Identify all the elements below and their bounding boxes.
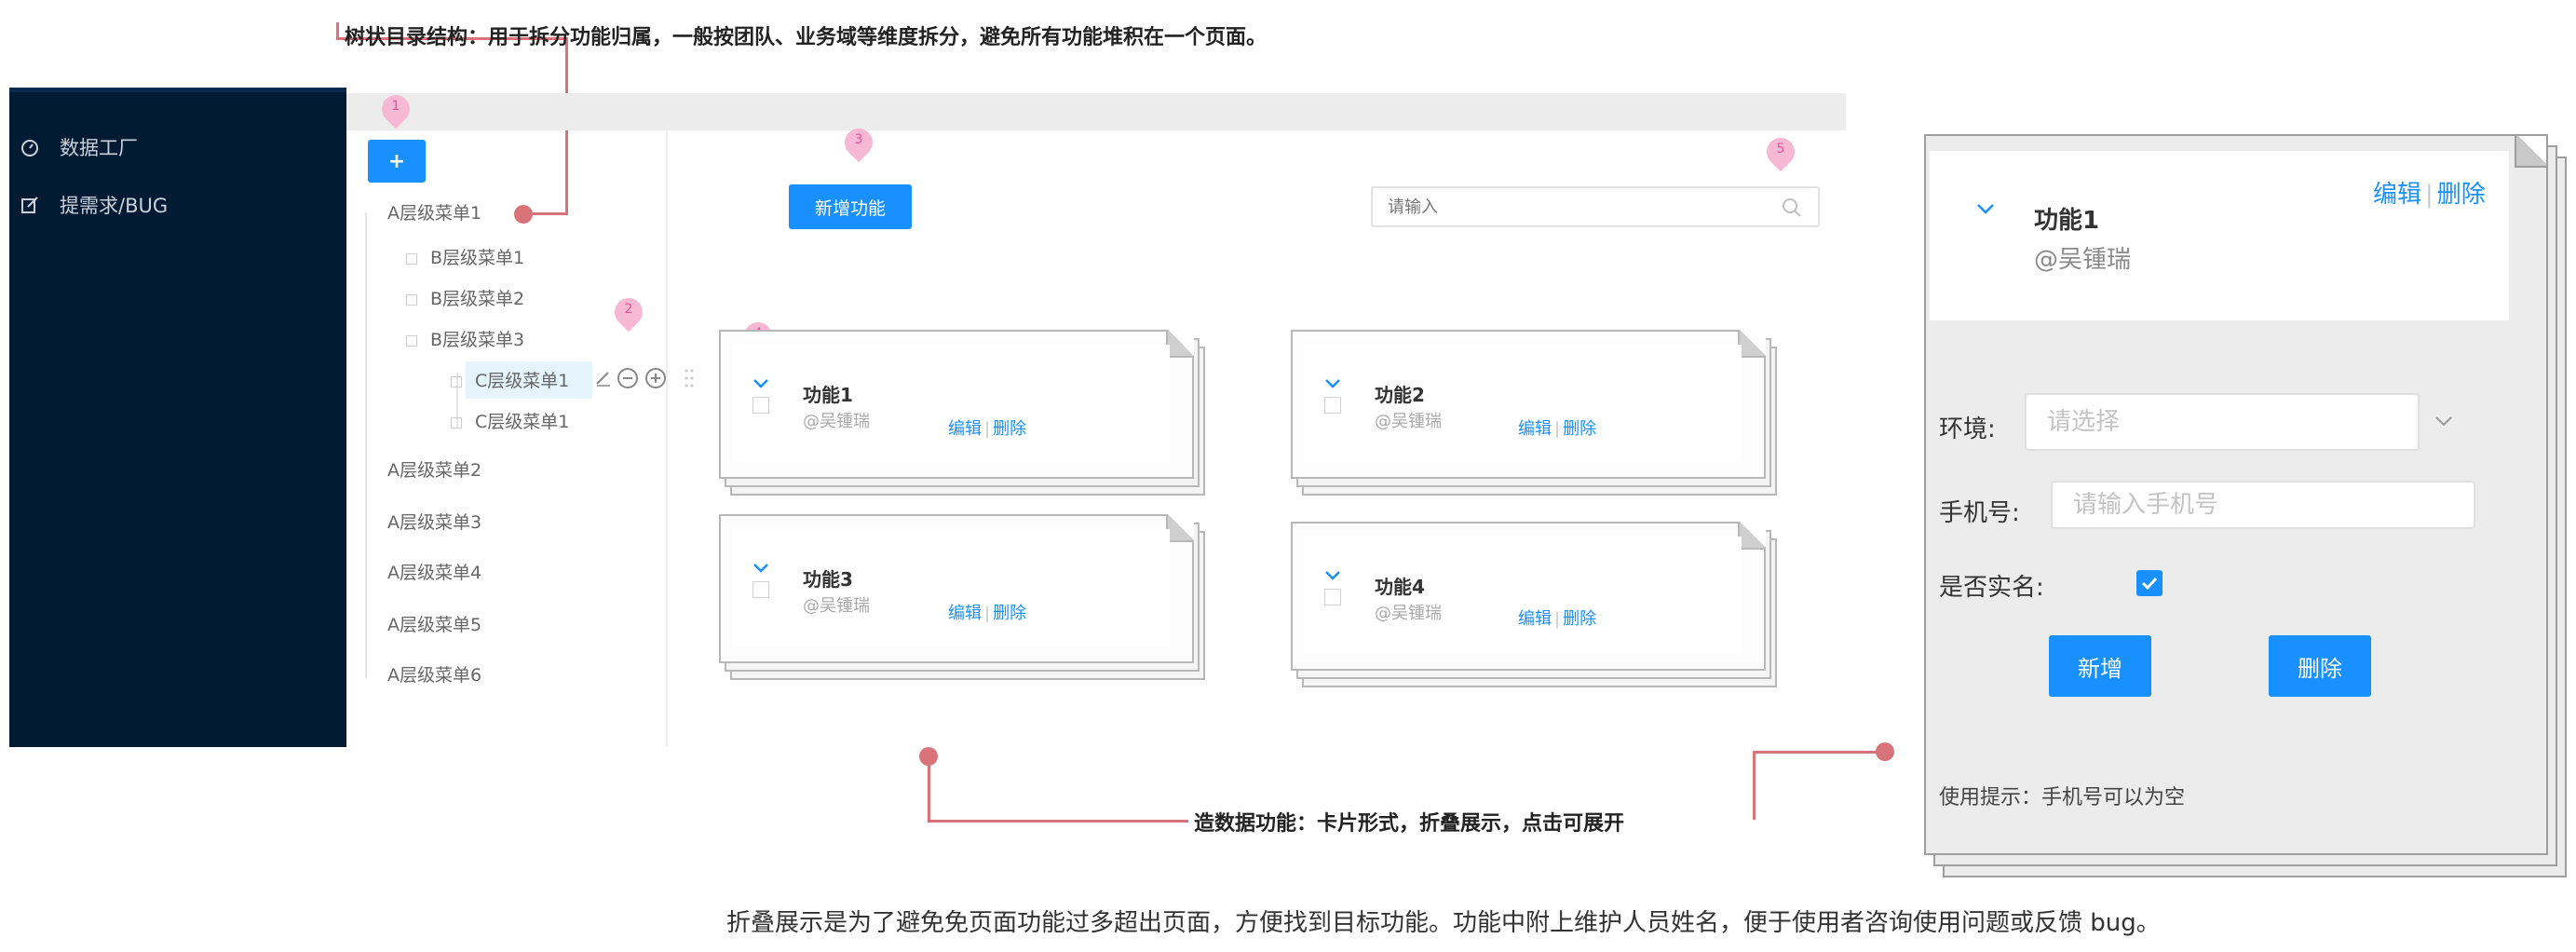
expanded-card-owner: @吴锺瑞 — [2034, 246, 2132, 274]
card-edit-link[interactable]: 编辑 — [948, 419, 982, 439]
phone-label: 手机号: — [1939, 499, 2020, 527]
remove-circle-icon[interactable] — [617, 367, 639, 389]
card-owner: @吴锺瑞 — [803, 596, 870, 616]
tree-node-a3[interactable]: A层级菜单3 — [387, 509, 481, 534]
card-edit-link[interactable]: 编辑 — [948, 604, 982, 623]
expanded-card-edit-link[interactable]: 编辑 — [2373, 181, 2421, 209]
chevron-down-icon[interactable] — [1324, 570, 1341, 581]
card-annotation-line — [928, 756, 930, 822]
chevron-down-icon[interactable] — [752, 563, 769, 574]
tree-node-label: C层级菜单1 — [475, 412, 570, 432]
card-edit-link[interactable]: 编辑 — [1518, 609, 1552, 629]
tree-node-b1[interactable]: B层级菜单1 — [406, 244, 524, 269]
card-title: 功能3 — [803, 568, 853, 591]
expanded-card-delete-link[interactable]: 删除 — [2437, 181, 2486, 209]
tree-node-a2[interactable]: A层级菜单2 — [387, 456, 481, 482]
delete-button[interactable]: 删除 — [2269, 635, 2371, 697]
sidebar-item-label: 数据工厂 — [60, 137, 138, 159]
tree-expand-box[interactable] — [406, 293, 417, 306]
tree-node-a5[interactable]: A层级菜单5 — [387, 611, 481, 636]
card-annotation-line — [1753, 751, 1883, 754]
add-button[interactable]: 新增 — [2049, 635, 2151, 697]
tree-node-label: B层级菜单2 — [430, 289, 525, 309]
card-owner: @吴锺瑞 — [803, 412, 870, 431]
card-annotation-line — [928, 820, 1188, 823]
search-input[interactable] — [1371, 186, 1820, 227]
tree-expand-box[interactable] — [451, 375, 462, 388]
pin-marker-3: 3 — [838, 122, 879, 164]
card-owner: @吴锺瑞 — [1375, 412, 1442, 431]
env-select[interactable]: 请选择 — [2025, 393, 2420, 451]
phone-input[interactable]: 请输入手机号 — [2051, 481, 2475, 529]
card-delete-link[interactable]: 删除 — [993, 419, 1026, 439]
edit-icon — [21, 197, 38, 213]
feature-card[interactable]: 功能2 @吴锺瑞 编辑 | 删除 — [1291, 330, 1777, 497]
realname-label: 是否实名: — [1939, 574, 2044, 602]
pin-marker-5: 5 — [1760, 131, 1801, 173]
tree-node-label: B层级菜单3 — [430, 330, 525, 350]
sidebar-item-label: 提需求/BUG — [60, 195, 169, 217]
tree-node-label: B层级菜单1 — [430, 248, 525, 268]
tree-node-b2[interactable]: B层级菜单2 — [406, 285, 524, 310]
card-title: 功能4 — [1375, 576, 1425, 598]
footer-note: 折叠展示是为了避免免页面功能过多超出页面，方便找到目标功能。功能中附上维护人员姓… — [726, 909, 2161, 937]
tree-expand-box[interactable] — [451, 416, 462, 428]
card-checkbox[interactable] — [752, 581, 769, 598]
top-bar — [346, 93, 1846, 130]
tree-node-a1[interactable]: A层级菜单1 — [387, 199, 481, 224]
card-checkbox[interactable] — [1324, 589, 1341, 605]
new-feature-button[interactable]: 新增功能 — [789, 184, 912, 229]
tree-node-b3[interactable]: B层级菜单3 — [406, 326, 524, 351]
add-node-button[interactable]: + — [368, 140, 426, 183]
env-label: 环境: — [1939, 415, 1996, 443]
feature-card[interactable]: 功能4 @吴锺瑞 编辑 | 删除 — [1291, 522, 1777, 689]
search-icon — [1783, 198, 1801, 217]
card-edit-link[interactable]: 编辑 — [1518, 419, 1552, 439]
chevron-down-icon[interactable] — [752, 378, 769, 389]
card-delete-link[interactable]: 删除 — [1563, 609, 1596, 629]
card-checkbox[interactable] — [752, 397, 769, 414]
realname-checkbox[interactable] — [2136, 570, 2162, 596]
card-owner: @吴锺瑞 — [1375, 604, 1442, 623]
check-icon — [2141, 577, 2158, 591]
card-annotation-text: 造数据功能：卡片形式，折叠展示，点击可展开 — [1194, 812, 1625, 836]
card-delete-link[interactable]: 删除 — [993, 604, 1026, 623]
pin-marker-1: 1 — [375, 88, 416, 130]
add-circle-icon[interactable] — [644, 367, 667, 389]
tree-node-label: C层级菜单1 — [475, 371, 570, 391]
tree-node-a4[interactable]: A层级菜单4 — [387, 559, 481, 584]
drag-handle-icon[interactable] — [684, 367, 695, 389]
chevron-down-icon[interactable] — [2434, 415, 2453, 428]
card-delete-link[interactable]: 删除 — [1563, 419, 1596, 439]
tree-guide-line — [365, 212, 367, 678]
sidebar-item-data-factory[interactable]: 数据工厂 — [20, 133, 138, 161]
card-checkbox[interactable] — [1324, 397, 1341, 414]
tree-node-c1-selected[interactable]: C层级菜单1 — [451, 367, 569, 392]
usage-hint: 使用提示：手机号可以为空 — [1939, 786, 2186, 809]
tree-node-c1[interactable]: C层级菜单1 — [451, 408, 569, 433]
sidebar: 数据工厂 提需求/BUG — [9, 88, 346, 747]
tree-node-a6[interactable]: A层级菜单6 — [387, 661, 481, 687]
pin-marker-2: 2 — [608, 292, 649, 333]
edit-icon[interactable] — [594, 369, 613, 388]
sidebar-item-feedback[interactable]: 提需求/BUG — [20, 191, 168, 219]
tree-annotation-text: 树状目录结构：用于拆分功能归属，一般按团队、业务域等维度拆分，避免所有功能堆积在… — [345, 26, 1268, 49]
tree-expand-box[interactable] — [406, 252, 417, 265]
feature-card[interactable]: 功能1 @吴锺瑞 编辑 | 删除 — [719, 330, 1205, 497]
tree-expand-box[interactable] — [406, 334, 417, 347]
chevron-down-icon[interactable] — [1976, 203, 1995, 216]
expanded-card-title: 功能1 — [2034, 207, 2100, 235]
card-title: 功能2 — [1375, 384, 1425, 406]
expanded-card-panel: 功能1 @吴锺瑞 编辑 | 删除 环境: 请选择 手机号: 请输入手机号 是否实名:… — [1924, 134, 2567, 879]
card-annotation-dot-right — [1876, 742, 1894, 761]
dashboard-icon — [21, 140, 38, 156]
feature-card[interactable]: 功能3 @吴锺瑞 编辑 | 删除 — [719, 514, 1205, 682]
card-annotation-line — [1753, 753, 1756, 820]
card-title: 功能1 — [803, 384, 853, 406]
chevron-down-icon[interactable] — [1324, 378, 1341, 389]
